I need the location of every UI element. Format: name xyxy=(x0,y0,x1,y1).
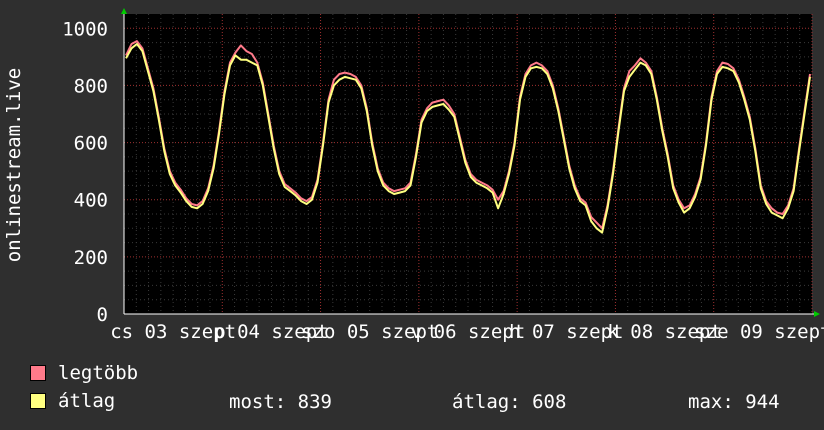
legend-label-max: legtöbb xyxy=(58,362,139,384)
stat-avg: átlag: 608 xyxy=(452,391,567,413)
x-tick-label: h 07 szept xyxy=(509,321,623,343)
legend-label-avg: átlag xyxy=(58,390,116,412)
y-axis-label: onlinestream.live xyxy=(3,67,25,263)
x-tick-label: sze 09 szept xyxy=(694,321,824,343)
y-tick-label: 200 xyxy=(74,247,108,269)
x-tick-label: v 06 szept xyxy=(411,321,525,343)
y-axis-label-wrap: onlinestream.live xyxy=(3,0,25,330)
x-tick-labels: cs 03 szeptp 04 szeptszo 05 szeptv 06 sz… xyxy=(110,321,824,343)
y-axis-arrow-icon xyxy=(121,8,127,14)
legend-swatch-max xyxy=(30,365,46,381)
y-tick-label: 0 xyxy=(97,304,108,326)
y-tick-label: 600 xyxy=(74,133,108,155)
y-tick-label: 400 xyxy=(74,190,108,212)
legend-item-avg: átlag xyxy=(30,390,115,412)
legend-item-max: legtöbb xyxy=(30,362,138,384)
y-tick-labels: 0 200 400 600 800 1000 xyxy=(62,18,108,326)
legend-swatch-avg xyxy=(30,393,46,409)
stat-now: most: 839 xyxy=(229,391,332,413)
y-tick-label: 800 xyxy=(74,75,108,97)
stat-max: max: 944 xyxy=(688,391,780,413)
x-axis-arrow-icon xyxy=(814,311,820,317)
y-tick-label: 1000 xyxy=(62,18,108,40)
